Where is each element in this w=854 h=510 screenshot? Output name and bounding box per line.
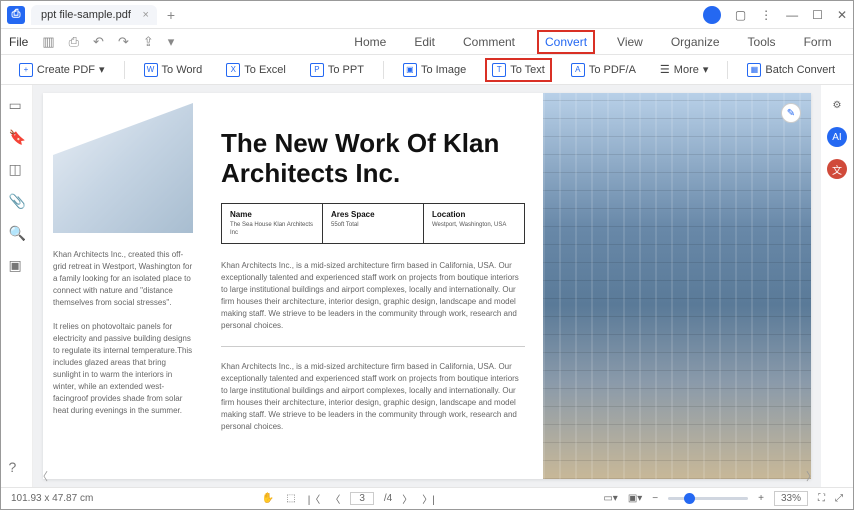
table-cell: The Sea House Klan Architects Inc bbox=[230, 222, 314, 238]
window-maximize-icon[interactable]: ☐ bbox=[812, 8, 823, 22]
menu-tools[interactable]: Tools bbox=[742, 32, 782, 52]
page-number[interactable]: 3 bbox=[350, 492, 374, 505]
read-mode-icon[interactable]: ▣▾ bbox=[628, 493, 642, 504]
file-menu[interactable]: File bbox=[9, 35, 28, 49]
batch-convert-button[interactable]: ▦Batch Convert bbox=[742, 60, 840, 80]
body-text: It relies on photovoltaic panels for ele… bbox=[53, 321, 193, 417]
window-feedback-icon[interactable]: ▢ bbox=[735, 8, 746, 22]
select-tool-icon[interactable]: ⬚ bbox=[286, 493, 295, 504]
table-header: Ares Space bbox=[331, 210, 415, 219]
app-icon: ⎙ bbox=[7, 6, 25, 24]
to-pdfa-button[interactable]: ATo PDF/A bbox=[566, 60, 641, 80]
document-viewport[interactable]: Khan Architects Inc., created this off-g… bbox=[33, 85, 821, 487]
zoom-thumb[interactable] bbox=[684, 493, 695, 504]
share-icon[interactable]: ⇪ bbox=[143, 34, 154, 50]
separator bbox=[383, 61, 384, 79]
divider bbox=[221, 346, 525, 347]
scroll-right-icon[interactable]: 〉 bbox=[806, 468, 817, 484]
zoom-value[interactable]: 33% bbox=[774, 491, 808, 506]
building-image-right: ✎ bbox=[543, 93, 811, 479]
building-image-left bbox=[53, 103, 193, 233]
to-text-button[interactable]: TTo Text bbox=[485, 58, 552, 82]
separator bbox=[727, 61, 728, 79]
first-page-icon[interactable]: |〈 bbox=[308, 491, 321, 506]
info-table: Name The Sea House Klan Architects Inc A… bbox=[221, 203, 525, 245]
page-headline: The New Work Of Klan Architects Inc. bbox=[221, 129, 525, 189]
plus-icon: + bbox=[19, 63, 33, 77]
to-word-button[interactable]: WTo Word bbox=[139, 60, 208, 80]
word-icon: W bbox=[144, 63, 158, 77]
pdf-page: Khan Architects Inc., created this off-g… bbox=[43, 93, 811, 479]
menu-convert[interactable]: Convert bbox=[537, 30, 595, 54]
user-avatar[interactable] bbox=[703, 6, 721, 24]
zoom-out-icon[interactable]: − bbox=[652, 493, 658, 504]
search-panel-icon[interactable]: 🔍 bbox=[9, 225, 25, 241]
next-page-icon[interactable]: 〉 bbox=[402, 491, 412, 506]
body-text: Khan Architects Inc., is a mid-sized arc… bbox=[221, 260, 525, 332]
bookmarks-icon[interactable]: 🔖 bbox=[9, 129, 25, 145]
body-text: Khan Architects Inc., created this off-g… bbox=[53, 249, 193, 309]
window-menu-icon[interactable]: ⋮ bbox=[760, 8, 772, 22]
menu-form[interactable]: Form bbox=[798, 32, 838, 52]
undo-icon[interactable]: ↶ bbox=[93, 34, 104, 50]
document-tab[interactable]: ppt file-sample.pdf × bbox=[31, 5, 157, 25]
chevron-down-icon: ▾ bbox=[703, 63, 709, 76]
to-excel-button[interactable]: XTo Excel bbox=[221, 60, 291, 80]
prev-page-icon[interactable]: 〈 bbox=[330, 491, 340, 506]
table-cell: 55oft Total bbox=[331, 222, 415, 230]
separator bbox=[124, 61, 125, 79]
table-header: Location bbox=[432, 210, 516, 219]
ppt-icon: P bbox=[310, 63, 324, 77]
tab-title: ppt file-sample.pdf bbox=[41, 9, 131, 21]
more-quick-icon[interactable]: ▾ bbox=[168, 34, 175, 50]
help-icon[interactable]: ? bbox=[9, 459, 25, 475]
to-image-button[interactable]: ▣To Image bbox=[398, 60, 471, 80]
chevron-down-icon: ▾ bbox=[99, 63, 105, 76]
page-dimensions: 101.93 x 47.87 cm bbox=[11, 493, 93, 504]
fields-icon[interactable]: ▣ bbox=[9, 257, 25, 273]
fullscreen-icon[interactable]: ⤢ bbox=[835, 493, 843, 504]
table-header: Name bbox=[230, 210, 314, 219]
fit-width-icon[interactable]: ⛶ bbox=[818, 493, 825, 504]
more-button[interactable]: ☰More▾ bbox=[655, 60, 713, 79]
pdfa-icon: A bbox=[571, 63, 585, 77]
body-text: Khan Architects Inc., is a mid-sized arc… bbox=[221, 361, 525, 433]
save-icon[interactable]: ▥ bbox=[42, 34, 54, 50]
text-icon: T bbox=[492, 63, 506, 77]
ai-assistant-icon[interactable]: AI bbox=[827, 127, 847, 147]
quick-tool-icon[interactable]: ✎ bbox=[781, 103, 801, 123]
menu-view[interactable]: View bbox=[611, 32, 649, 52]
menu-comment[interactable]: Comment bbox=[457, 32, 521, 52]
image-icon: ▣ bbox=[403, 63, 417, 77]
create-pdf-button[interactable]: +Create PDF▾ bbox=[14, 60, 110, 80]
redo-icon[interactable]: ↷ bbox=[118, 34, 129, 50]
window-minimize-icon[interactable]: — bbox=[786, 8, 798, 22]
more-icon: ☰ bbox=[660, 63, 670, 76]
zoom-in-icon[interactable]: + bbox=[758, 493, 764, 504]
menu-home[interactable]: Home bbox=[348, 32, 392, 52]
settings-icon[interactable]: ⚙ bbox=[827, 95, 847, 115]
scroll-left-icon[interactable]: 〈 bbox=[37, 468, 48, 484]
batch-icon: ▦ bbox=[747, 63, 761, 77]
to-ppt-button[interactable]: PTo PPT bbox=[305, 60, 369, 80]
table-cell: Westport, Washington, USA bbox=[432, 222, 516, 230]
excel-icon: X bbox=[226, 63, 240, 77]
new-tab-button[interactable]: + bbox=[167, 7, 175, 23]
view-mode-icon[interactable]: ▭▾ bbox=[603, 493, 617, 504]
zoom-slider[interactable] bbox=[668, 497, 748, 500]
attachments-icon[interactable]: 📎 bbox=[9, 193, 25, 209]
translate-icon[interactable]: 文 bbox=[827, 159, 847, 179]
hand-tool-icon[interactable]: ✋ bbox=[262, 493, 274, 504]
menu-edit[interactable]: Edit bbox=[408, 32, 441, 52]
last-page-icon[interactable]: 〉| bbox=[422, 491, 435, 506]
print-icon[interactable]: ⎙ bbox=[69, 34, 79, 50]
menu-organize[interactable]: Organize bbox=[665, 32, 726, 52]
thumbnails-icon[interactable]: ▭ bbox=[9, 97, 25, 113]
window-close-icon[interactable]: ✕ bbox=[837, 8, 847, 22]
close-tab-icon[interactable]: × bbox=[142, 9, 148, 21]
layers-icon[interactable]: ◫ bbox=[9, 161, 25, 177]
page-total: /4 bbox=[384, 493, 392, 504]
